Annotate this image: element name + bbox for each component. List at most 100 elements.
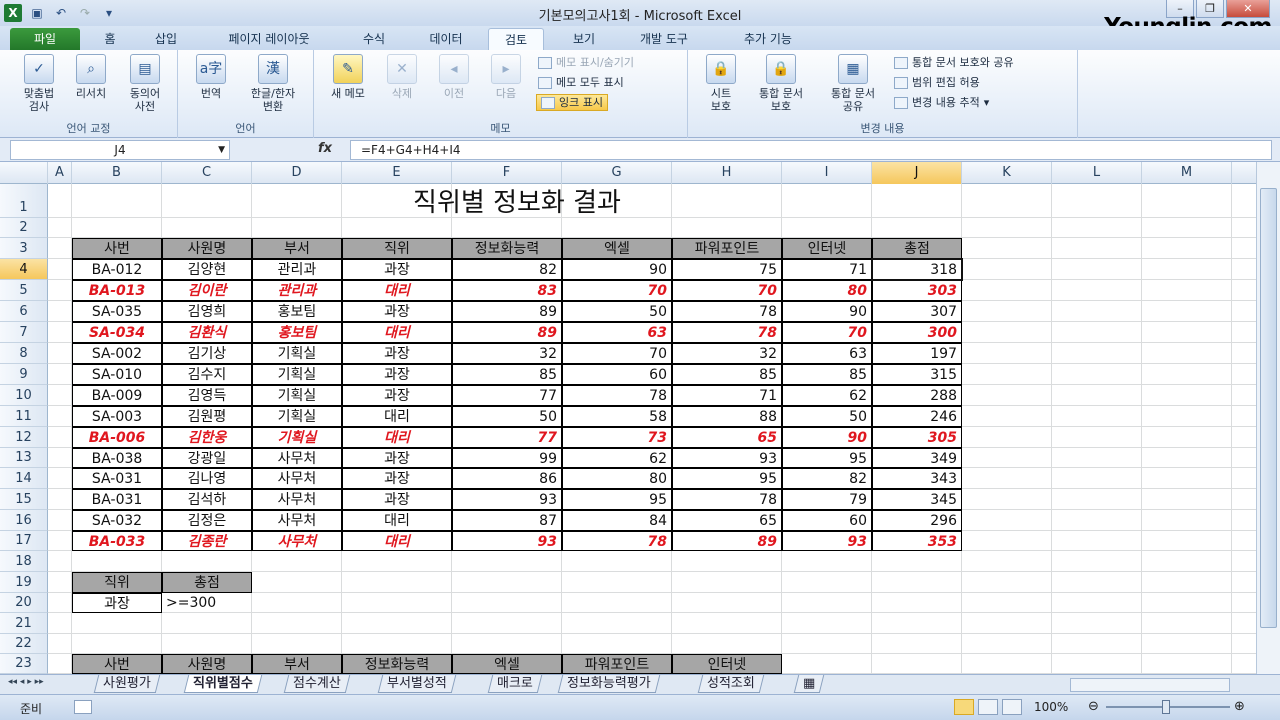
table-cell[interactable]: 296 <box>872 510 962 531</box>
protect-share-button[interactable]: 통합 문서 보호와 공유 <box>894 54 1014 71</box>
table-cell[interactable]: 기획실 <box>252 343 342 364</box>
table-cell[interactable]: 88 <box>672 406 782 427</box>
table-cell[interactable]: BA-012 <box>72 259 162 280</box>
new-comment-button[interactable]: ✎ 새 메모 <box>320 54 376 100</box>
table-cell[interactable]: 사무처 <box>252 448 342 468</box>
row-header[interactable]: 9 <box>0 364 48 385</box>
insert-sheet-icon[interactable]: ▦ <box>793 675 825 693</box>
row-header[interactable]: 6 <box>0 301 48 322</box>
table-cell[interactable]: 82 <box>452 259 562 280</box>
tab-6[interactable]: 검토 <box>488 28 544 50</box>
table-cell[interactable]: 95 <box>672 468 782 489</box>
column-header[interactable]: I <box>782 162 872 184</box>
table-cell[interactable]: 85 <box>782 364 872 385</box>
row-header[interactable]: 19 <box>0 572 48 593</box>
table-cell[interactable]: 70 <box>672 280 782 301</box>
table-header-cell[interactable]: 파워포인트 <box>672 238 782 259</box>
sheet-tab[interactable]: 정보화능력평가 <box>557 675 660 693</box>
scrollbar-thumb[interactable] <box>1260 188 1277 628</box>
table-cell[interactable]: 기획실 <box>252 406 342 427</box>
extract-header-cell[interactable]: 부서 <box>252 654 342 674</box>
table-cell[interactable]: 50 <box>782 406 872 427</box>
row-header[interactable]: 21 <box>0 613 48 634</box>
formula-input[interactable]: =F4+G4+H4+I4 <box>350 140 1272 160</box>
table-cell[interactable]: 기획실 <box>252 385 342 406</box>
table-cell[interactable]: 과장 <box>342 468 452 489</box>
table-cell[interactable]: 71 <box>782 259 872 280</box>
table-cell[interactable]: BA-006 <box>72 427 162 448</box>
extract-header-cell[interactable]: 파워포인트 <box>562 654 672 674</box>
table-cell[interactable]: 58 <box>562 406 672 427</box>
table-cell[interactable]: 60 <box>562 364 672 385</box>
row-header[interactable]: 16 <box>0 510 48 531</box>
table-cell[interactable]: 관리과 <box>252 280 342 301</box>
extract-header-cell[interactable]: 사원명 <box>162 654 252 674</box>
table-cell[interactable]: 사무처 <box>252 468 342 489</box>
table-cell[interactable]: 89 <box>452 301 562 322</box>
allow-edit-ranges-button[interactable]: 범위 편집 허용 <box>894 74 980 91</box>
row-header[interactable]: 7 <box>0 322 48 343</box>
table-cell[interactable]: 70 <box>562 280 672 301</box>
sheet-nav-icon[interactable]: ◂◂ ◂ ▸ ▸▸ <box>8 677 44 687</box>
sheet-tab[interactable]: 직위별점수 <box>183 675 263 693</box>
row-header[interactable]: 2 <box>0 218 48 238</box>
table-cell[interactable]: SA-031 <box>72 468 162 489</box>
sheet-tab[interactable]: 부서별성적 <box>377 675 457 693</box>
table-cell[interactable]: 75 <box>672 259 782 280</box>
table-cell[interactable]: 345 <box>872 489 962 510</box>
table-cell[interactable]: 307 <box>872 301 962 322</box>
row-header[interactable]: 22 <box>0 634 48 654</box>
row-header[interactable]: 15 <box>0 489 48 510</box>
row-header[interactable]: 10 <box>0 385 48 406</box>
table-cell[interactable]: 78 <box>672 489 782 510</box>
extract-header-cell[interactable]: 엑셀 <box>452 654 562 674</box>
table-cell[interactable]: 대리 <box>342 280 452 301</box>
table-cell[interactable]: 과장 <box>342 259 452 280</box>
table-cell[interactable]: 관리과 <box>252 259 342 280</box>
table-cell[interactable]: 78 <box>562 385 672 406</box>
table-cell[interactable]: 김원평 <box>162 406 252 427</box>
column-header[interactable]: D <box>252 162 342 184</box>
column-header[interactable]: C <box>162 162 252 184</box>
vertical-scrollbar[interactable] <box>1256 162 1280 674</box>
table-cell[interactable]: SA-003 <box>72 406 162 427</box>
row-header[interactable]: 17 <box>0 531 48 551</box>
column-header[interactable]: J <box>872 162 962 184</box>
row-header[interactable]: 1 <box>0 184 48 218</box>
table-cell[interactable]: 김한웅 <box>162 427 252 448</box>
table-header-cell[interactable]: 엑셀 <box>562 238 672 259</box>
next-comment-button[interactable]: ▸ 다음 <box>484 54 528 100</box>
table-cell[interactable]: 65 <box>672 510 782 531</box>
row-header[interactable]: 11 <box>0 406 48 427</box>
show-all-comments-button[interactable]: 메모 모두 표시 <box>538 74 624 91</box>
delete-comment-button[interactable]: ✕ 삭제 <box>380 54 424 100</box>
tab-1[interactable]: 홈 <box>92 28 128 50</box>
sheet-tab[interactable]: 사원평가 <box>93 675 161 693</box>
table-cell[interactable]: 김석하 <box>162 489 252 510</box>
table-cell[interactable]: 32 <box>452 343 562 364</box>
table-cell[interactable]: 85 <box>452 364 562 385</box>
translate-button[interactable]: a字 번역 <box>186 54 236 100</box>
table-cell[interactable]: SA-034 <box>72 322 162 343</box>
sheet-tab[interactable]: 매크로 <box>487 675 543 693</box>
table-cell[interactable]: 과장 <box>342 301 452 322</box>
tab-3[interactable]: 페이지 레이아웃 <box>204 28 334 50</box>
table-cell[interactable]: 93 <box>452 489 562 510</box>
column-header[interactable]: B <box>72 162 162 184</box>
table-cell[interactable]: 과장 <box>342 364 452 385</box>
table-cell[interactable]: 김양현 <box>162 259 252 280</box>
table-cell[interactable]: 288 <box>872 385 962 406</box>
column-header[interactable]: F <box>452 162 562 184</box>
table-cell[interactable]: 기획실 <box>252 427 342 448</box>
table-cell[interactable]: 62 <box>562 448 672 468</box>
tab-0[interactable]: 파일 <box>10 28 80 50</box>
spell-check-button[interactable]: ✓ 맞춤법 검사 <box>14 54 64 113</box>
extract-header-cell[interactable]: 정보화능력 <box>342 654 452 674</box>
table-cell[interactable]: BA-013 <box>72 280 162 301</box>
sheet-title[interactable]: 직위별 정보화 결과 <box>72 184 962 218</box>
table-header-cell[interactable]: 사원명 <box>162 238 252 259</box>
tab-8[interactable]: 개발 도구 <box>620 28 708 50</box>
row-header[interactable]: 12 <box>0 427 48 448</box>
table-cell[interactable]: 김영희 <box>162 301 252 322</box>
table-cell[interactable]: 84 <box>562 510 672 531</box>
